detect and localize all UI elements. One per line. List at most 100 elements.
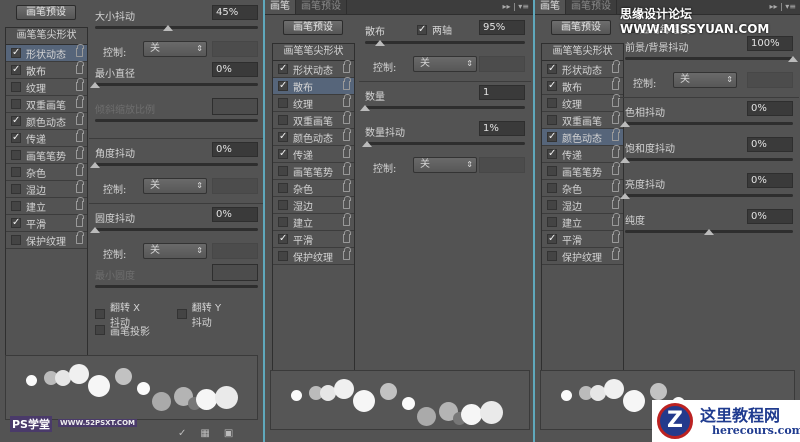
checkbox[interactable] [11, 150, 21, 160]
setting-value-input[interactable]: 100% [747, 36, 793, 51]
checkbox[interactable]: ✓ [11, 65, 21, 75]
checkbox[interactable] [547, 166, 557, 176]
lock-icon[interactable] [343, 60, 351, 73]
list-item[interactable]: ✓ 颜色动态 [542, 128, 623, 146]
list-item[interactable]: 湿边 [6, 180, 87, 198]
lock-icon[interactable] [612, 145, 620, 158]
list-item[interactable]: 建立 [542, 213, 623, 231]
slider[interactable] [620, 193, 793, 199]
checkbox[interactable] [278, 217, 288, 227]
list-item[interactable]: 建立 [6, 197, 87, 215]
lock-icon[interactable] [343, 230, 351, 243]
lock-icon[interactable] [612, 128, 620, 141]
slider[interactable] [620, 157, 793, 163]
lock-icon[interactable] [76, 61, 84, 74]
list-item[interactable]: 纹理 [542, 94, 623, 112]
list-item[interactable]: 保护纹理 [273, 247, 354, 265]
list-item[interactable]: 保护纹理 [6, 231, 87, 249]
list-item[interactable]: ✓ 散布 [273, 77, 354, 95]
panel-menu-icon[interactable]: ▸▸ | ▾≡ [502, 0, 533, 14]
setting-value-input[interactable]: 0% [212, 142, 258, 157]
lock-icon[interactable] [76, 44, 84, 57]
checkbox[interactable]: ✓ [547, 234, 557, 244]
slider-thumb[interactable] [90, 82, 100, 88]
lock-icon[interactable] [76, 95, 84, 108]
slider[interactable] [90, 82, 258, 88]
lock-icon[interactable] [612, 162, 620, 175]
checkbox[interactable]: ✓ [11, 48, 21, 58]
list-item[interactable]: 双重画笔 [273, 111, 354, 129]
checkbox[interactable] [11, 167, 21, 177]
slider-thumb[interactable] [163, 25, 174, 31]
new-brush-icon[interactable]: ▣ [224, 428, 233, 439]
lock-icon[interactable] [343, 77, 351, 90]
lock-icon[interactable] [76, 231, 84, 244]
list-item[interactable]: 湿边 [273, 196, 354, 214]
lock-icon[interactable] [612, 196, 620, 209]
list-item[interactable]: ✓ 平滑 [273, 230, 354, 248]
slider[interactable] [95, 25, 258, 31]
checkbox[interactable]: ✓ [547, 64, 557, 74]
checkbox[interactable] [176, 309, 187, 319]
lock-icon[interactable] [343, 145, 351, 158]
setting-value-input[interactable]: 1% [479, 121, 525, 136]
lock-icon[interactable] [343, 162, 351, 175]
slider-thumb[interactable] [90, 162, 100, 168]
checkbox[interactable] [278, 98, 288, 108]
list-item[interactable]: ✓ 散布 [542, 77, 623, 95]
checkbox[interactable] [547, 115, 557, 125]
lock-icon[interactable] [612, 247, 620, 260]
slider-thumb[interactable] [360, 105, 370, 111]
checkbox[interactable]: ✓ [11, 116, 21, 126]
slider[interactable] [90, 227, 258, 233]
lock-icon[interactable] [612, 111, 620, 124]
slider-thumb[interactable] [620, 121, 630, 127]
lock-icon[interactable] [612, 60, 620, 73]
lock-icon[interactable] [76, 129, 84, 142]
checkbox[interactable]: ✓ [278, 132, 288, 142]
lock-icon[interactable] [612, 213, 620, 226]
checkbox[interactable] [11, 235, 21, 245]
lock-icon[interactable] [343, 213, 351, 226]
checkbox[interactable]: ✓ [11, 133, 21, 143]
setting-value-input[interactable]: 0% [212, 62, 258, 77]
setting-value-input[interactable]: 0% [212, 207, 258, 222]
setting-value-input[interactable]: 0% [747, 209, 793, 224]
control-select[interactable]: 关 [143, 178, 207, 194]
checkbox[interactable]: ✓ [11, 218, 21, 228]
checkbox-row[interactable]: 翻转 Y 抖动 [176, 299, 228, 329]
list-item[interactable]: ✓ 传递 [273, 145, 354, 163]
list-item[interactable]: ✓ 传递 [6, 129, 87, 147]
checkbox[interactable] [547, 200, 557, 210]
list-item[interactable]: 建立 [273, 213, 354, 231]
checkbox[interactable]: ✓ [278, 234, 288, 244]
checkbox[interactable] [278, 183, 288, 193]
tab-brush[interactable]: 画笔 [535, 0, 566, 14]
list-item[interactable]: 画笔笔势 [542, 162, 623, 180]
list-item[interactable]: ✓ 平滑 [542, 230, 623, 248]
checkbox[interactable] [278, 200, 288, 210]
slider-thumb[interactable] [704, 229, 714, 235]
lock-icon[interactable] [76, 163, 84, 176]
lock-icon[interactable] [343, 196, 351, 209]
control-select[interactable]: 关 [143, 243, 207, 259]
tab-brush-presets[interactable]: 画笔预设 [566, 0, 617, 14]
list-item-brush-tip-shape[interactable]: 画笔笔尖形状 [6, 28, 87, 45]
slider-thumb[interactable] [90, 227, 100, 233]
checkbox[interactable] [547, 98, 557, 108]
list-item-brush-tip-shape[interactable]: 画笔笔尖形状 [273, 44, 354, 61]
list-item[interactable]: ✓ 形状动态 [6, 44, 87, 62]
lock-icon[interactable] [612, 230, 620, 243]
list-item[interactable]: ✓ 平滑 [6, 214, 87, 232]
list-item[interactable]: 杂色 [6, 163, 87, 181]
list-item[interactable]: ✓ 颜色动态 [6, 112, 87, 130]
lock-icon[interactable] [76, 180, 84, 193]
control-select[interactable]: 关 [143, 41, 207, 57]
list-item[interactable]: 双重画笔 [542, 111, 623, 129]
list-item[interactable]: 纹理 [6, 78, 87, 96]
lock-icon[interactable] [612, 179, 620, 192]
slider-thumb[interactable] [788, 56, 798, 62]
list-item[interactable]: 杂色 [273, 179, 354, 197]
slider[interactable] [625, 229, 793, 235]
brush-presets-button[interactable]: 画笔预设 [16, 5, 76, 20]
